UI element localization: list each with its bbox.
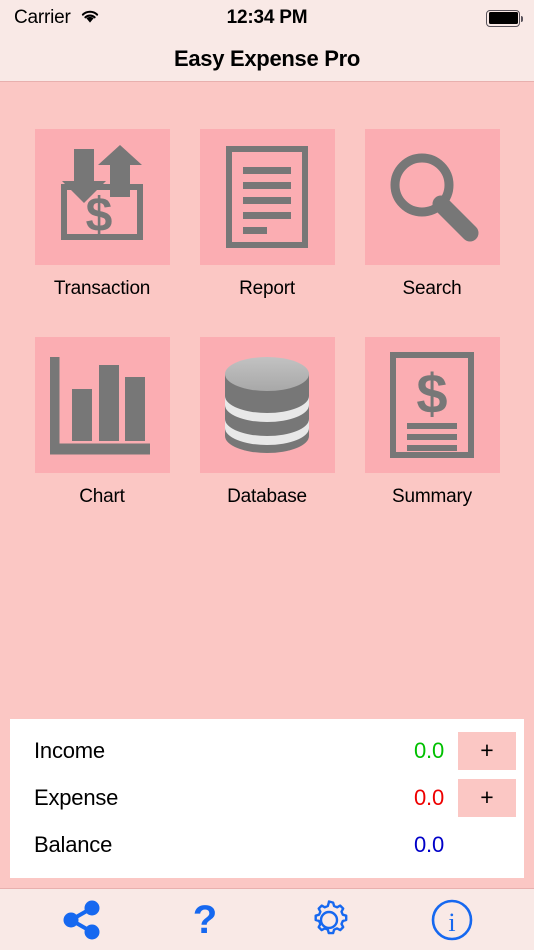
tab-share[interactable] [20,889,144,950]
page-title: Easy Expense Pro [174,45,360,71]
balance-add-spacer [458,826,516,864]
svg-text:?: ? [193,899,217,941]
tab-help[interactable]: ? [144,889,268,950]
share-icon [61,899,103,941]
svg-text:$: $ [416,362,447,425]
feature-grid-row: Chart Database $ Summary [0,337,534,508]
database-cylinder-icon [225,357,309,453]
magnifier-icon [390,153,479,242]
totals-row-income: Income 0.0 + [10,727,524,774]
grid-item-transaction[interactable]: $ Transaction [34,129,170,300]
search-tile[interactable] [364,129,500,265]
expense-label: Expense [34,784,119,810]
tab-settings[interactable] [267,889,391,950]
transaction-tile[interactable]: $ [34,129,170,265]
feature-grid-row: $ Transaction Report Search [0,129,534,300]
navigation-bar: Easy Expense Pro [0,36,534,82]
expense-value: 0.0 [414,784,444,810]
status-bar: Carrier 12:34 PM [0,0,534,36]
bar-chart-icon [50,357,150,455]
add-income-button[interactable]: + [458,731,516,770]
bottom-tab-bar: ? i [0,888,534,950]
balance-value: 0.0 [414,831,444,857]
database-tile[interactable] [199,337,335,473]
svg-text:$: $ [86,189,113,242]
grid-item-label: Transaction [53,278,151,299]
grid-item-label: Search [402,278,462,299]
balance-label: Balance [34,831,113,857]
grid-item-database[interactable]: Database [199,337,335,508]
grid-item-label: Chart [79,486,125,507]
grid-item-label: Database [227,486,307,507]
info-circle-icon: i [430,898,474,942]
document-lines-icon [226,146,308,248]
totals-row-balance: Balance 0.0 [10,821,524,868]
main-content: $ Transaction Report Search Chart Databa… [0,82,534,888]
grid-item-chart[interactable]: Chart [34,337,170,508]
grid-item-label: Report [239,278,295,299]
transaction-arrows-dollar-icon: $ [61,145,143,242]
status-bar-right [486,9,523,27]
chart-tile[interactable] [34,337,170,473]
battery-full-icon [486,9,523,27]
grid-item-search[interactable]: Search [364,129,500,300]
question-mark-help-icon: ? [184,899,226,941]
feature-grid: $ Transaction Report Search Chart Databa… [0,129,534,508]
totals-card: Income 0.0 + Expense 0.0 + Balance 0.0 [10,719,524,878]
grid-item-label: Summary [392,486,472,507]
grid-item-summary[interactable]: $ Summary [364,337,500,508]
add-expense-button[interactable]: + [458,778,516,817]
gear-settings-icon [307,898,351,942]
app-screen: Carrier 12:34 PM Easy Expense Pro $ Tran… [0,0,534,950]
income-value: 0.0 [414,737,444,763]
totals-row-expense: Expense 0.0 + [10,774,524,821]
svg-text:i: i [449,908,456,937]
battery-fill [488,12,518,24]
tab-info[interactable]: i [391,889,515,950]
report-tile[interactable] [199,129,335,265]
carrier-label: Carrier [14,7,71,28]
income-label: Income [34,737,105,763]
wifi-icon [79,8,101,29]
document-dollar-icon: $ [390,352,474,458]
status-bar-left: Carrier [14,7,101,29]
grid-item-report[interactable]: Report [199,129,335,300]
summary-tile[interactable]: $ [364,337,500,473]
